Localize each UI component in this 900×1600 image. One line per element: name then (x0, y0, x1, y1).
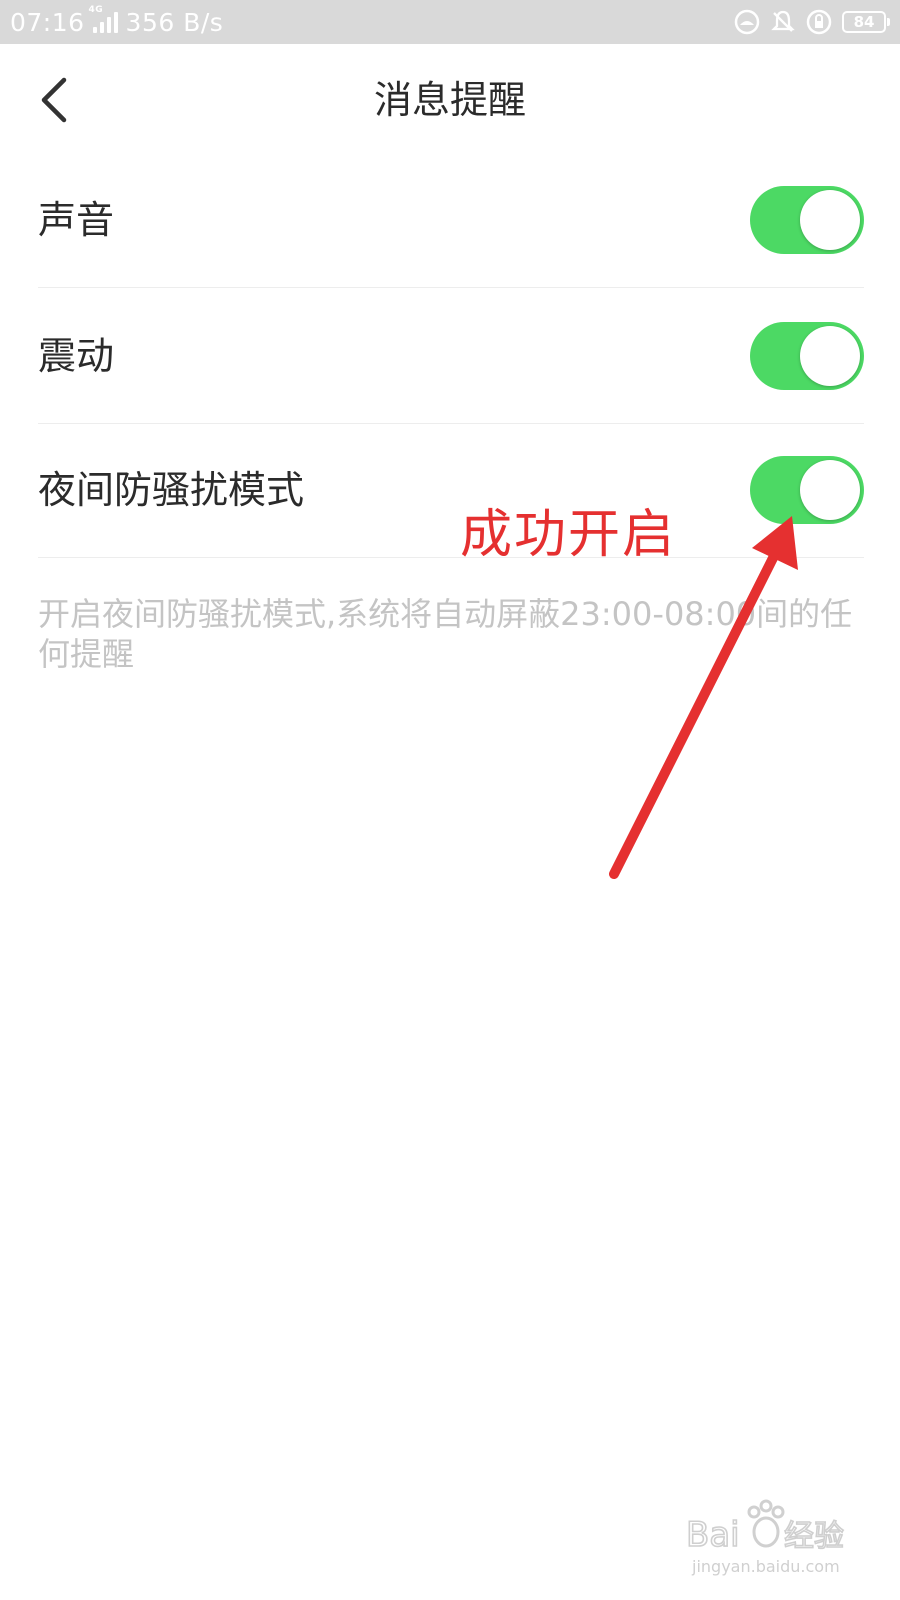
annotation-arrow-icon (609, 516, 798, 879)
svg-text:经验: 经验 (784, 1519, 844, 1554)
svg-text:Bai: Bai (686, 1515, 740, 1555)
svg-text:jingyan.baidu.com: jingyan.baidu.com (691, 1557, 840, 1576)
annotation-label: 成功开启 (460, 505, 677, 565)
baidu-jingyan-watermark: Bai 经验 jingyan.baidu.com (686, 1499, 845, 1576)
